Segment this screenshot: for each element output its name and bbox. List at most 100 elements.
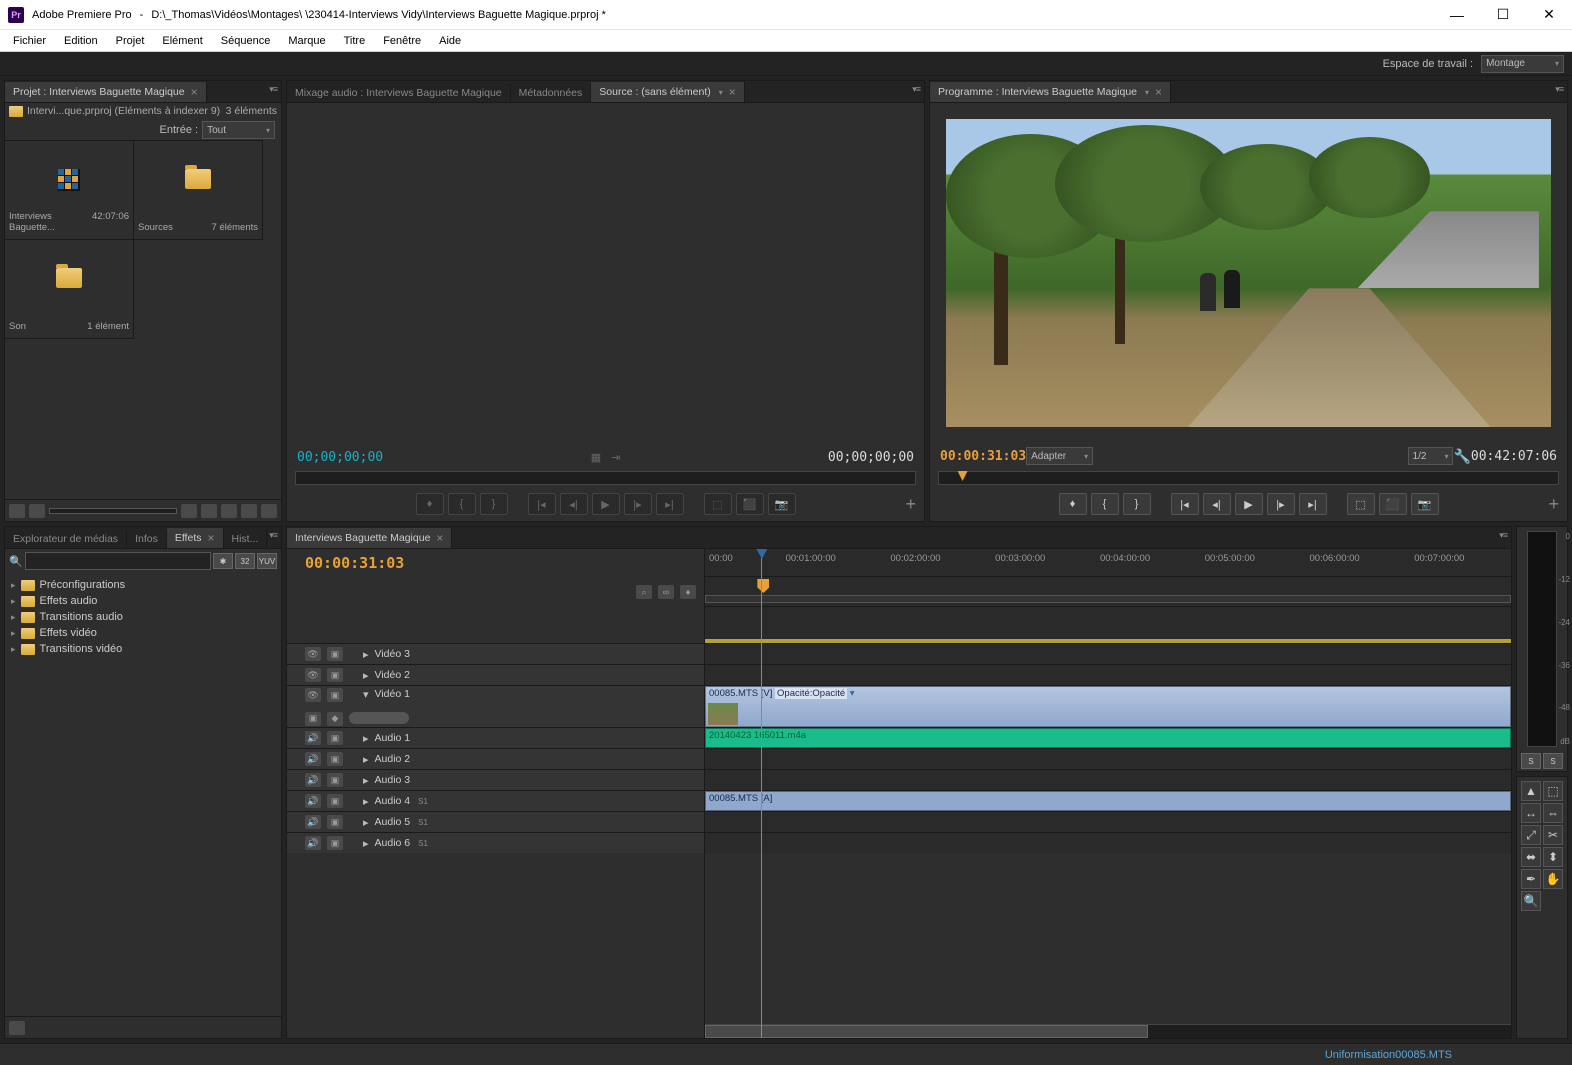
- menu-edit[interactable]: Edition: [55, 33, 107, 49]
- play-icon[interactable]: ▶: [1235, 493, 1263, 515]
- play-icon[interactable]: ▶: [592, 493, 620, 515]
- mark-in-icon[interactable]: {: [448, 493, 476, 515]
- track-a5[interactable]: [705, 811, 1511, 832]
- snap-icon[interactable]: ⌕: [636, 585, 652, 599]
- track-header-a3[interactable]: 🔊▣▸Audio 3: [287, 769, 704, 790]
- goto-out-icon[interactable]: ▸|: [656, 493, 684, 515]
- overwrite-icon[interactable]: ⬛: [736, 493, 764, 515]
- track-header-a4[interactable]: 🔊▣▸Audio 4S1: [287, 790, 704, 811]
- program-scrollbar[interactable]: [938, 471, 1559, 485]
- rolling-tool[interactable]: ⇔: [1543, 803, 1563, 823]
- source-tc-in[interactable]: 00;00;00;00: [297, 450, 383, 465]
- tab-audio-mixer[interactable]: Mixage audio : Interviews Baguette Magiq…: [287, 84, 511, 102]
- program-viewer[interactable]: [930, 103, 1567, 443]
- icon-view-icon[interactable]: [29, 504, 45, 518]
- find-icon[interactable]: [201, 504, 217, 518]
- panel-menu-icon[interactable]: ▾≡: [269, 84, 277, 95]
- window-maximize[interactable]: ☐: [1480, 0, 1526, 30]
- bin-son[interactable]: Son1 élément: [4, 239, 134, 339]
- zoom-slider[interactable]: [49, 508, 177, 514]
- add-button-icon[interactable]: +: [905, 494, 916, 515]
- rate-stretch-tool[interactable]: ⤢: [1521, 825, 1541, 845]
- fx-32bit-badge[interactable]: 32: [235, 553, 255, 569]
- timeline-hscroll[interactable]: [705, 1024, 1511, 1038]
- marker-icon[interactable]: ♦: [680, 585, 696, 599]
- linked-sel-icon[interactable]: ∞: [658, 585, 674, 599]
- hand-tool[interactable]: ✋: [1543, 869, 1563, 889]
- project-filter-dropdown[interactable]: Tout: [202, 121, 275, 139]
- panel-menu-icon[interactable]: ▾≡: [269, 530, 277, 541]
- fx-audio-effects[interactable]: Effets audio: [7, 593, 279, 609]
- add-button-icon[interactable]: +: [1548, 494, 1559, 515]
- solo-left-button[interactable]: S: [1521, 753, 1541, 769]
- menu-title[interactable]: Titre: [335, 33, 375, 49]
- playhead[interactable]: [761, 549, 762, 1038]
- track-header-v1[interactable]: 👁▣▾Vidéo 1 ▣◆: [287, 685, 704, 727]
- automate-icon[interactable]: [181, 504, 197, 518]
- step-fwd-icon[interactable]: |▸: [624, 493, 652, 515]
- slip-tool[interactable]: ⬌: [1521, 847, 1541, 867]
- add-marker-icon[interactable]: ♦: [1059, 493, 1087, 515]
- tab-program[interactable]: Programme : Interviews Baguette Magique: [930, 82, 1171, 102]
- lift-icon[interactable]: ⬚: [1347, 493, 1375, 515]
- mark-in-icon[interactable]: {: [1091, 493, 1119, 515]
- menu-window[interactable]: Fenêtre: [374, 33, 430, 49]
- fx-yuv-badge[interactable]: YUV: [257, 553, 277, 569]
- export-frame-icon[interactable]: 📷: [768, 493, 796, 515]
- clip-v1[interactable]: 00085.MTS [V] Opacité:Opacité ▾: [705, 686, 1511, 727]
- track-v1[interactable]: 00085.MTS [V] Opacité:Opacité ▾: [705, 685, 1511, 727]
- track-a2[interactable]: [705, 748, 1511, 769]
- track-a1[interactable]: 20140423 165011.m4a: [705, 727, 1511, 748]
- tab-metadata[interactable]: Métadonnées: [511, 84, 592, 102]
- list-view-icon[interactable]: [9, 504, 25, 518]
- mark-out-icon[interactable]: }: [1123, 493, 1151, 515]
- source-viewer[interactable]: [287, 103, 924, 446]
- track-v2[interactable]: [705, 664, 1511, 685]
- panel-menu-icon[interactable]: ▾≡: [1499, 530, 1507, 541]
- step-fwd-icon[interactable]: |▸: [1267, 493, 1295, 515]
- source-scrollbar[interactable]: [295, 471, 916, 485]
- fx-accel-badge[interactable]: ✱: [213, 553, 233, 569]
- menu-project[interactable]: Projet: [107, 33, 154, 49]
- out-icon[interactable]: ⇥: [611, 451, 620, 464]
- menu-help[interactable]: Aide: [430, 33, 470, 49]
- clip-a1[interactable]: 20140423 165011.m4a: [705, 728, 1511, 748]
- wrench-icon[interactable]: 🔧: [1453, 448, 1470, 465]
- razor-tool[interactable]: ✂: [1543, 825, 1563, 845]
- safe-margins-icon[interactable]: ▦: [591, 451, 601, 464]
- panel-menu-icon[interactable]: ▾≡: [912, 84, 920, 95]
- tab-source[interactable]: Source : (sans élément): [591, 82, 745, 102]
- new-bin-icon[interactable]: [221, 504, 237, 518]
- window-minimize[interactable]: —: [1434, 0, 1480, 30]
- pen-tool[interactable]: ✒: [1521, 869, 1541, 889]
- mark-out-icon[interactable]: }: [480, 493, 508, 515]
- selection-tool[interactable]: ▲: [1521, 781, 1541, 801]
- panel-menu-icon[interactable]: ▾≡: [1555, 84, 1563, 95]
- add-marker-icon[interactable]: ♦: [416, 493, 444, 515]
- clip-a4[interactable]: 00085.MTS [A]: [705, 791, 1511, 811]
- step-back-icon[interactable]: ◂|: [560, 493, 588, 515]
- menu-marker[interactable]: Marque: [279, 33, 334, 49]
- tab-effects[interactable]: Effets: [167, 528, 224, 548]
- zoom-tool[interactable]: 🔍: [1521, 891, 1541, 911]
- track-header-v2[interactable]: 👁▣▸Vidéo 2: [287, 664, 704, 685]
- tab-history[interactable]: Hist...: [224, 530, 268, 548]
- bin-sources[interactable]: Sources7 éléments: [133, 140, 263, 240]
- window-close[interactable]: ✕: [1526, 0, 1572, 30]
- track-header-a6[interactable]: 🔊▣▸Audio 6S1: [287, 832, 704, 853]
- track-select-tool[interactable]: ⬚: [1543, 781, 1563, 801]
- workspace-dropdown[interactable]: Montage: [1481, 55, 1564, 73]
- zoom-dropdown[interactable]: 1/2: [1408, 447, 1454, 465]
- menu-file[interactable]: Fichier: [4, 33, 55, 49]
- solo-right-button[interactable]: S: [1543, 753, 1563, 769]
- track-v3[interactable]: [705, 643, 1511, 664]
- slide-tool[interactable]: ⬍: [1543, 847, 1563, 867]
- tab-timeline[interactable]: Interviews Baguette Magique: [287, 528, 452, 548]
- timeline-work-area[interactable]: [705, 577, 1511, 607]
- ripple-tool[interactable]: ↔: [1521, 803, 1541, 823]
- menu-sequence[interactable]: Séquence: [212, 33, 280, 49]
- track-a4[interactable]: 00085.MTS [A]: [705, 790, 1511, 811]
- tab-info[interactable]: Infos: [127, 530, 167, 548]
- tab-media-browser[interactable]: Explorateur de médias: [5, 530, 127, 548]
- tab-project[interactable]: Projet : Interviews Baguette Magique: [5, 82, 207, 102]
